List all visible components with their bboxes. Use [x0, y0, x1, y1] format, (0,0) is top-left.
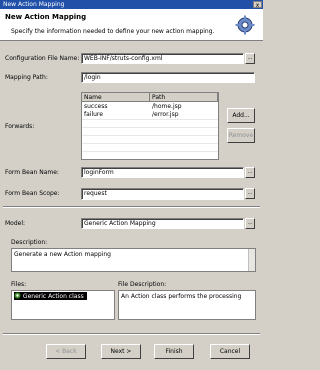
next-button[interactable]: Next > [101, 344, 141, 359]
cancel-button[interactable]: Cancel [210, 344, 250, 359]
file-description-area[interactable]: An Action class performs the processing [118, 290, 256, 320]
add-forward-button[interactable]: Add... [227, 108, 255, 123]
title-bar: New Action Mapping x [0, 0, 263, 9]
description-text: Generate a new Action mapping [14, 251, 111, 258]
wizard-banner: New Action Mapping Specify the informati… [0, 9, 263, 41]
config-file-field[interactable]: WEB-INF/struts-config.xml [81, 53, 244, 64]
model-label: Model: [5, 220, 26, 227]
column-header-name[interactable]: Name [82, 93, 150, 102]
config-file-label: Configuration File Name: [5, 55, 80, 62]
row-divider [82, 135, 218, 136]
page-title: New Action Mapping [5, 13, 87, 21]
back-button[interactable]: < Back [46, 344, 86, 359]
footer-divider [3, 333, 260, 335]
form-bean-name-label: Form Bean Name: [5, 169, 59, 176]
mapping-path-field[interactable]: /login [81, 72, 255, 83]
config-file-browse-button[interactable]: ... [245, 53, 255, 64]
file-item-label: Generic Action class [22, 293, 84, 300]
form-bean-scope-label: Form Bean Scope: [5, 190, 60, 197]
model-browse-button[interactable]: ... [245, 218, 255, 229]
column-header-path[interactable]: Path [150, 93, 218, 102]
row-divider [82, 127, 218, 128]
form-bean-scope-select[interactable]: request [81, 188, 244, 200]
description-label: Description: [11, 239, 48, 246]
close-button[interactable]: x [253, 1, 262, 9]
files-label: Files: [11, 281, 27, 288]
form-bean-browse-button[interactable]: ... [245, 167, 255, 178]
forwards-table[interactable]: Name Path success /home.jsp failure /err… [81, 92, 219, 160]
table-row-name[interactable]: failure [82, 111, 103, 119]
finish-button[interactable]: Finish [154, 344, 194, 359]
window-title: New Action Mapping [3, 1, 65, 8]
gear-icon [235, 15, 255, 35]
table-row-path[interactable]: /home.jsp [150, 103, 182, 111]
java-class-icon [14, 292, 21, 299]
row-divider [82, 143, 218, 144]
form-bean-scope-browse-button[interactable]: ... [245, 188, 255, 199]
list-item[interactable]: Generic Action class [14, 292, 87, 300]
table-row-name[interactable]: success [82, 103, 107, 111]
form-bean-name-field[interactable]: loginForm [81, 167, 244, 178]
section-divider [3, 206, 260, 208]
description-scrollbar[interactable] [248, 249, 255, 271]
mapping-path-label: Mapping Path: [5, 74, 48, 81]
row-divider [82, 151, 218, 152]
file-description-text: An Action class performs the processing [121, 293, 242, 300]
table-row-path[interactable]: /error.jsp [150, 111, 179, 119]
file-description-label: File Description: [118, 281, 167, 288]
remove-forward-button[interactable]: Remove [227, 128, 255, 143]
files-list[interactable]: Generic Action class [11, 290, 115, 320]
forwards-label: Forwards: [5, 123, 35, 130]
page-subtitle: Specify the information needed to define… [11, 28, 215, 35]
row-divider [82, 119, 218, 120]
model-select[interactable]: Generic Action Mapping [81, 218, 244, 229]
description-area[interactable]: Generate a new Action mapping [11, 248, 256, 272]
